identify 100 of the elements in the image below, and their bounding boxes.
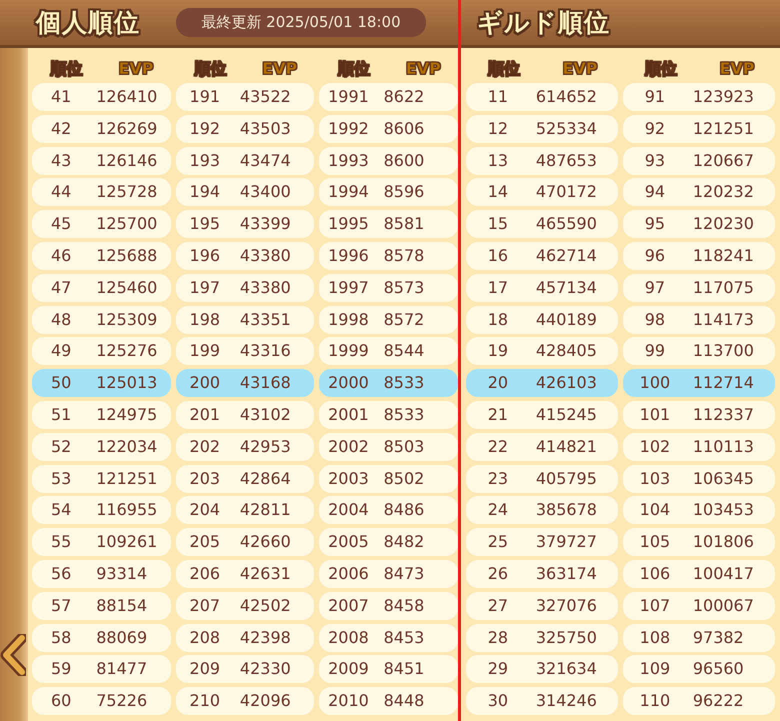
rank-cell-text: 24: [486, 499, 510, 522]
evp-cell-text: 462714: [534, 244, 598, 267]
rank-cell-text: 30: [486, 690, 510, 712]
evp-cell-text: 125700: [95, 213, 158, 236]
evp-cell-text: 385678: [534, 499, 598, 522]
rank-cell-text: 29: [486, 658, 510, 680]
evp-cell-text: 81477: [95, 658, 148, 680]
rank-cell-text: 25: [486, 531, 510, 554]
rank-cell-text: 209: [188, 658, 222, 680]
rank-cell-text: 200: [188, 372, 222, 394]
rank-cell-text: 20: [486, 372, 510, 394]
update-time: 最終更新 2025/05/01 18:00: [176, 8, 426, 37]
rank-cell-text: 191: [188, 86, 222, 108]
evp-cell-text: 42864: [238, 468, 292, 490]
evp-cell-text: 88154: [95, 594, 148, 617]
rank-cell-text: 2003: [327, 468, 370, 490]
evp-cell-text: 8533: [382, 372, 426, 394]
evp-cell-text: 122034: [95, 436, 158, 458]
evp-cell-text: 116955: [95, 499, 158, 522]
evp-cell-text: 112714: [692, 372, 755, 394]
evp-cell-text: 8533: [382, 404, 426, 426]
rank-cell-text: 1994: [327, 181, 370, 204]
rank-cell-text: 198: [188, 308, 222, 331]
rank-cell-text: 96: [644, 244, 666, 267]
evp-cell-text: 8581: [382, 213, 426, 236]
rank-cell-text: 2007: [327, 594, 370, 617]
evp-cell-text: 109261: [95, 531, 158, 554]
column-header: EVP: [261, 58, 298, 80]
evp-cell-text: 125688: [95, 244, 158, 267]
evp-cell-text: 120232: [692, 181, 755, 204]
evp-cell-text: 327076: [534, 594, 598, 617]
evp-cell-text: 428405: [534, 340, 598, 362]
evp-cell-text: 75226: [95, 690, 148, 712]
evp-cell-text: 126146: [95, 150, 158, 172]
evp-cell-text: 123923: [692, 86, 755, 108]
evp-cell-text: 8458: [382, 594, 426, 617]
evp-cell-text: 43316: [238, 340, 292, 362]
evp-cell-text: 440189: [534, 308, 598, 331]
column-header: EVP: [718, 58, 756, 80]
rank-cell-text: 16: [486, 244, 510, 267]
evp-cell-text: 113700: [692, 340, 755, 362]
evp-cell-text: 426103: [534, 372, 598, 394]
rank-cell-text: 100: [638, 372, 672, 394]
evp-cell-text: 42660: [238, 531, 292, 554]
evp-cell-text: 126410: [95, 86, 158, 108]
rank-cell-text: 57: [50, 594, 72, 617]
rank-cell-text: 18: [486, 308, 510, 331]
column-header: EVP: [404, 58, 442, 80]
evp-cell-text: 125309: [95, 308, 158, 331]
rank-cell-text: 48: [50, 308, 72, 331]
rank-cell-text: 21: [486, 404, 510, 426]
evp-cell-text: 487653: [534, 150, 598, 172]
rank-cell-text: 1998: [327, 308, 370, 331]
evp-cell-text: 43399: [238, 213, 292, 236]
evp-cell-text: 465590: [534, 213, 598, 236]
evp-cell-text: 321634: [534, 658, 598, 680]
rank-cell-text: 2006: [327, 562, 370, 585]
rank-cell-text: 202: [188, 436, 222, 458]
rank-cell-text: 53: [50, 468, 72, 490]
rank-cell-text: 51: [50, 404, 72, 426]
rank-cell-text: 2001: [327, 404, 370, 426]
rank-cell-text: 201: [188, 404, 222, 426]
evp-cell-text: 43351: [238, 308, 292, 331]
rank-cell-text: 195: [188, 213, 222, 236]
rank-cell-text: 59: [50, 658, 72, 680]
rank-cell-text: 2002: [327, 436, 370, 458]
evp-cell-text: 121251: [95, 468, 158, 490]
rank-cell-text: 17: [486, 276, 510, 299]
rank-cell-text: 55: [50, 531, 72, 554]
rank-cell-text: 26: [486, 562, 510, 585]
evp-cell-text: 42398: [238, 626, 292, 649]
rank-cell-text: 92: [644, 118, 666, 140]
evp-cell-text: 117075: [692, 276, 755, 299]
rank-cell-text: 1995: [327, 213, 370, 236]
rank-cell-text: 206: [188, 562, 222, 585]
evp-cell-text: 100067: [692, 594, 755, 617]
rank-cell-text: 104: [638, 499, 672, 522]
rank-cell-text: 44: [50, 181, 72, 204]
rank-cell-text: 2005: [327, 531, 370, 554]
evp-cell-text: 100417: [692, 562, 755, 585]
rank-cell-text: 205: [188, 531, 222, 554]
evp-cell-text: 8486: [382, 499, 426, 522]
rank-cell-text: 199: [188, 340, 222, 362]
rank-cell-text: 41: [50, 86, 72, 108]
rank-cell-text: 108: [638, 626, 672, 649]
evp-cell-text: 114173: [692, 308, 755, 331]
rank-cell-text: 95: [644, 213, 666, 236]
evp-cell-text: 42096: [238, 690, 292, 712]
evp-cell-text: 124975: [95, 404, 158, 426]
evp-cell-text: 614652: [534, 86, 598, 108]
evp-cell-text: 8482: [382, 531, 426, 554]
rank-cell-text: 1991: [327, 86, 370, 108]
evp-cell-text: 8606: [382, 118, 426, 140]
rank-cell-text: 99: [644, 340, 666, 362]
column-header: EVP: [561, 58, 599, 80]
evp-cell-text: 43474: [238, 150, 292, 172]
evp-cell-text: 415245: [534, 404, 598, 426]
evp-cell-text: 97382: [692, 626, 745, 649]
evp-cell-text: 43400: [238, 181, 292, 204]
rank-cell-text: 2000: [327, 372, 370, 394]
